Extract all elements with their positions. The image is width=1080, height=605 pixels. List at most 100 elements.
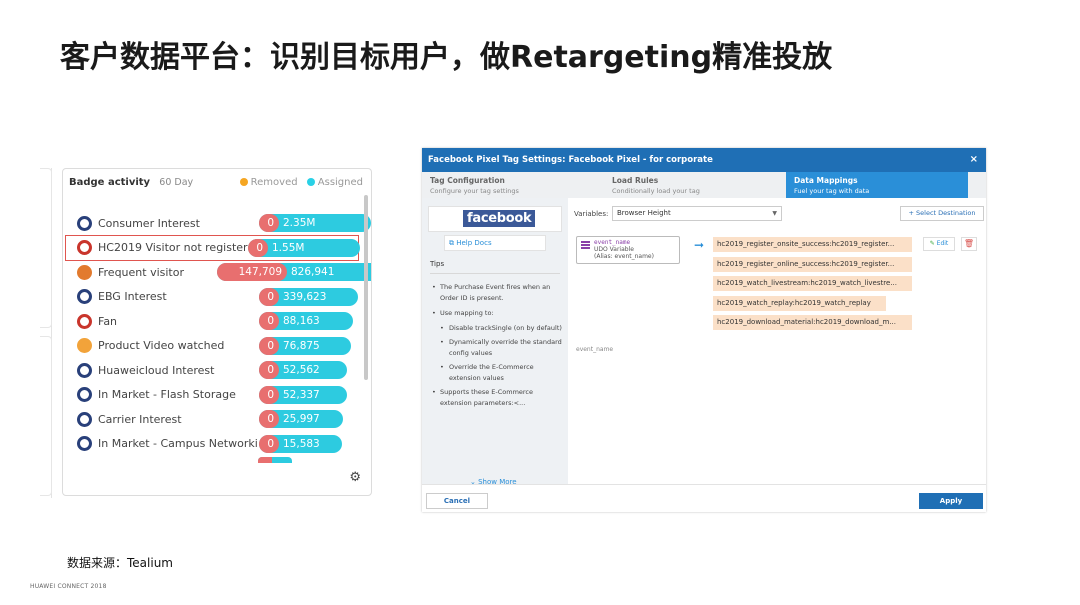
arrow-right-icon: ➞	[694, 238, 705, 252]
variable-name: event_name	[594, 239, 631, 246]
shield-red-icon	[77, 240, 92, 256]
gear-icon[interactable]: ⚙	[349, 470, 361, 485]
badge-bar[interactable]: 0 52,337	[259, 385, 347, 404]
variables-value: Browser Height	[617, 209, 671, 217]
mapping-item[interactable]: hc2019_download_material:hc2019_download…	[713, 315, 912, 330]
badge-range[interactable]: 60 Day	[159, 177, 193, 188]
data-mappings-panel: Variables: Browser Height ▼ + Select Des…	[568, 198, 986, 484]
list-icon	[581, 241, 590, 249]
variables-select[interactable]: Browser Height ▼	[612, 206, 782, 221]
badge-row[interactable]: Carrier Interest 0 25,997	[77, 407, 362, 432]
badge-name: Carrier Interest	[98, 412, 182, 426]
tab-subtitle: Fuel your tag with data	[794, 187, 870, 195]
select-destination-label: Select Destination	[916, 209, 976, 217]
assigned-count: 826,941	[291, 266, 335, 278]
external-link-icon: ⧉	[449, 239, 454, 247]
shield-icon	[77, 387, 92, 403]
collapsed-panel-stub	[40, 168, 52, 328]
variable-type: UDO Variable	[594, 246, 634, 253]
badge-row[interactable]: Fan 0 88,163	[77, 309, 362, 334]
badge-name: In Market - Flash Storage	[98, 388, 236, 402]
badge-row[interactable]: HC2019 Visitor not register su... 0 1.55M	[65, 234, 360, 261]
badge-legend: Removed Assigned	[239, 177, 363, 188]
badge-bar[interactable]: 0 52,562	[259, 361, 347, 379]
dialog-tabs: Tag Configuration Configure your tag set…	[422, 172, 986, 198]
mapping-item[interactable]: hc2019_watch_livestream:hc2019_watch_liv…	[713, 276, 912, 291]
badge-name: Fan	[98, 314, 118, 328]
tips-list: The Purchase Event fires when an Order I…	[432, 282, 564, 413]
assigned-count: 2.35M	[283, 217, 316, 229]
badge-bar[interactable]: 147,709 826,941	[217, 263, 371, 281]
legend-assigned[interactable]: Assigned	[318, 177, 363, 188]
removed-count: 0	[259, 410, 279, 428]
trash-icon[interactable]: 🗑	[961, 237, 977, 251]
badge-name: HC2019 Visitor not register su...	[98, 241, 258, 255]
assigned-count: 76,875	[283, 339, 320, 352]
badge-row[interactable]: In Market - Campus Networking 0 15,583	[77, 432, 362, 457]
mapping-item[interactable]: hc2019_watch_replay:hc2019_watch_replay	[713, 295, 886, 311]
mapping-item[interactable]: hc2019_register_online_success:hc2019_re…	[713, 256, 912, 272]
tip-item: Supports these E-Commerce extension para…	[432, 387, 564, 409]
badge-row[interactable]: Product Video watched 0 76,875	[77, 334, 362, 359]
badge-scrollbar[interactable]	[364, 195, 368, 380]
badge-bar[interactable]: 0 76,875	[259, 336, 351, 355]
legend-removed[interactable]: Removed	[251, 177, 298, 188]
edit-mapping-button[interactable]: ✎ Edit	[923, 237, 955, 251]
assigned-count: 88,163	[283, 315, 320, 327]
badge-bar[interactable]: 0 2.35M	[259, 214, 371, 232]
plus-icon: +	[908, 209, 914, 217]
badge-row[interactable]: In Market - Flash Storage 0 52,337	[77, 383, 362, 408]
badge-bar[interactable]: 0 339,623	[259, 287, 358, 306]
mapping-item[interactable]: hc2019_register_onsite_success:hc2019_re…	[713, 237, 912, 252]
facebook-pixel-dialog: Facebook Pixel Tag Settings: Facebook Pi…	[422, 148, 986, 512]
removed-count: 147,709	[217, 263, 287, 281]
tab-load-rules[interactable]: Load Rules Conditionally load your tag	[604, 172, 786, 198]
dialog-titlebar: Facebook Pixel Tag Settings: Facebook Pi…	[422, 148, 986, 172]
shield-icon	[77, 411, 92, 427]
collapsed-panel-edge	[40, 168, 52, 498]
dialog-title: Facebook Pixel Tag Settings: Facebook Pi…	[428, 155, 713, 165]
assigned-count: 52,562	[283, 364, 320, 376]
shield-icon	[77, 362, 92, 378]
badge-row[interactable]: Consumer Interest 0 2.35M	[77, 211, 371, 236]
badge-row[interactable]: Frequent visitor 147,709 826,941	[77, 260, 371, 285]
shield-icon	[77, 289, 92, 305]
pencil-icon: ✎	[929, 240, 935, 247]
tip-item: The Purchase Event fires when an Order I…	[432, 282, 564, 304]
edit-label: Edit	[936, 240, 949, 247]
badge-list: Consumer Interest 0 2.35M HC2019 Visitor no…	[65, 211, 371, 457]
slide-title: 客户数据平台：识别目标用户，做Retargeting精准投放	[60, 40, 833, 75]
assigned-count: 25,997	[283, 413, 320, 425]
tip-item: Use mapping to:	[432, 308, 564, 319]
assigned-dot-icon	[306, 178, 315, 186]
variable-card[interactable]: event_name UDO Variable (Alias: event_na…	[576, 236, 680, 264]
badge-name: Product Video watched	[98, 339, 225, 353]
badge-bar[interactable]: 0 25,997	[259, 410, 343, 428]
badge-bar[interactable]: 0 1.55M	[248, 238, 360, 257]
select-destination-button[interactable]: + Select Destination	[900, 206, 984, 221]
collapsed-panel-stub	[40, 336, 52, 496]
badge-name: Huaweicloud Interest	[98, 363, 215, 377]
assigned-count: 339,623	[283, 290, 327, 303]
badge-bar[interactable]: 0 15,583	[259, 434, 342, 453]
badge-row[interactable]: Huaweicloud Interest 0 52,562	[77, 358, 362, 383]
tab-subtitle: Conditionally load your tag	[612, 187, 700, 195]
trophy-icon	[77, 338, 92, 354]
assigned-count: 52,337	[283, 388, 320, 401]
facebook-logo: facebook	[463, 210, 536, 227]
shield-icon	[77, 215, 92, 231]
badge-bar[interactable]: 0 88,163	[259, 312, 353, 330]
removed-count: 0	[259, 287, 279, 306]
tip-subitem: Dynamically override the standard config…	[432, 337, 564, 359]
apply-button[interactable]: Apply	[919, 493, 983, 509]
help-docs-link[interactable]: ⧉ Help Docs	[444, 235, 546, 251]
tab-data-mappings[interactable]: Data Mappings Fuel your tag with data	[786, 172, 968, 198]
close-icon[interactable]: ×	[970, 148, 978, 172]
cancel-button[interactable]: Cancel	[426, 493, 488, 509]
tab-tag-configuration[interactable]: Tag Configuration Configure your tag set…	[422, 172, 604, 198]
removed-count: 0	[259, 336, 279, 355]
removed-count: 0	[259, 361, 279, 379]
badge-header: Badge activity 60 Day Removed Assigned	[69, 177, 363, 193]
help-docs-label: Help Docs	[456, 239, 492, 247]
badge-row[interactable]: EBG Interest 0 339,623	[77, 285, 362, 310]
